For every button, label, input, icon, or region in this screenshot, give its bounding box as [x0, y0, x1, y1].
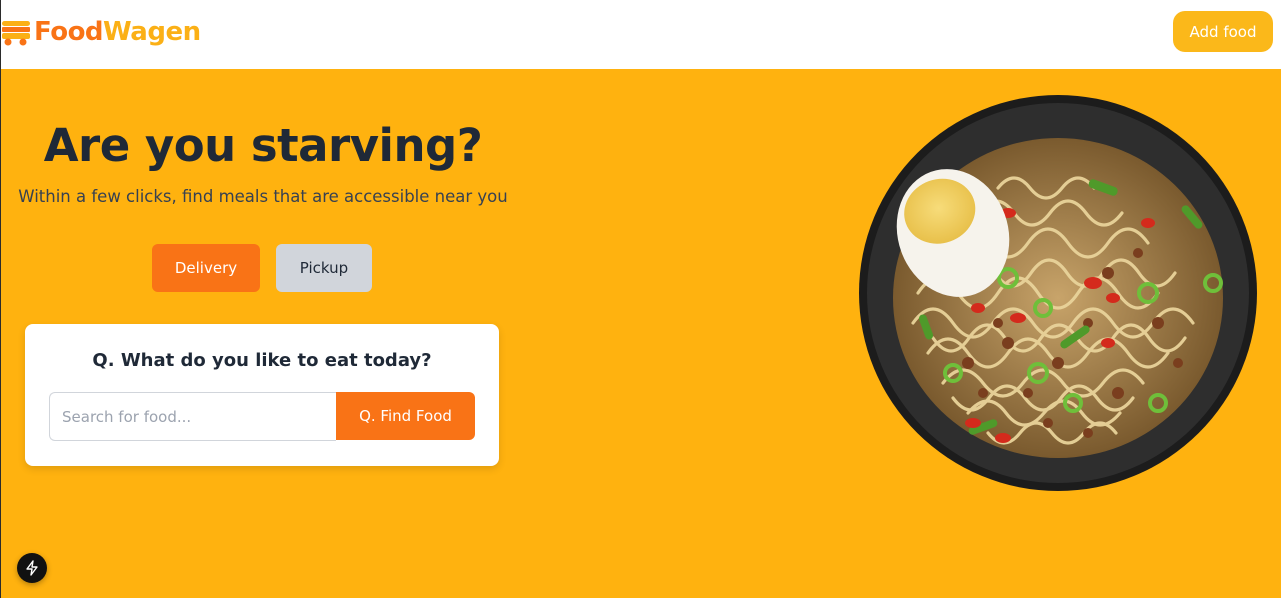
hero-title: Are you starving? [43, 119, 483, 172]
search-input[interactable] [49, 392, 336, 441]
site-header: FoodWagen Add food [0, 0, 1281, 69]
lightning-icon [26, 560, 38, 576]
search-question: Q. What do you like to eat today? [92, 350, 432, 371]
ramen-bowl-image [859, 95, 1257, 491]
tab-delivery[interactable]: Delivery [152, 244, 260, 292]
hero-section: Are you starving? Within a few clicks, f… [0, 69, 1281, 598]
food-truck-icon [2, 21, 30, 46]
tab-pickup[interactable]: Pickup [276, 244, 372, 292]
dev-tools-badge[interactable] [17, 553, 47, 583]
add-food-button[interactable]: Add food [1173, 11, 1273, 52]
logo[interactable]: FoodWagen [1, 12, 201, 52]
logo-text-food: Food [34, 17, 104, 47]
find-food-button[interactable]: Q. Find Food [336, 392, 475, 440]
hero-subtitle: Within a few clicks, find meals that are… [18, 187, 508, 206]
logo-text-wagen: Wagen [103, 17, 201, 47]
search-card: Q. What do you like to eat today? Q. Fin… [25, 324, 499, 466]
logo-text: FoodWagen [34, 17, 201, 47]
